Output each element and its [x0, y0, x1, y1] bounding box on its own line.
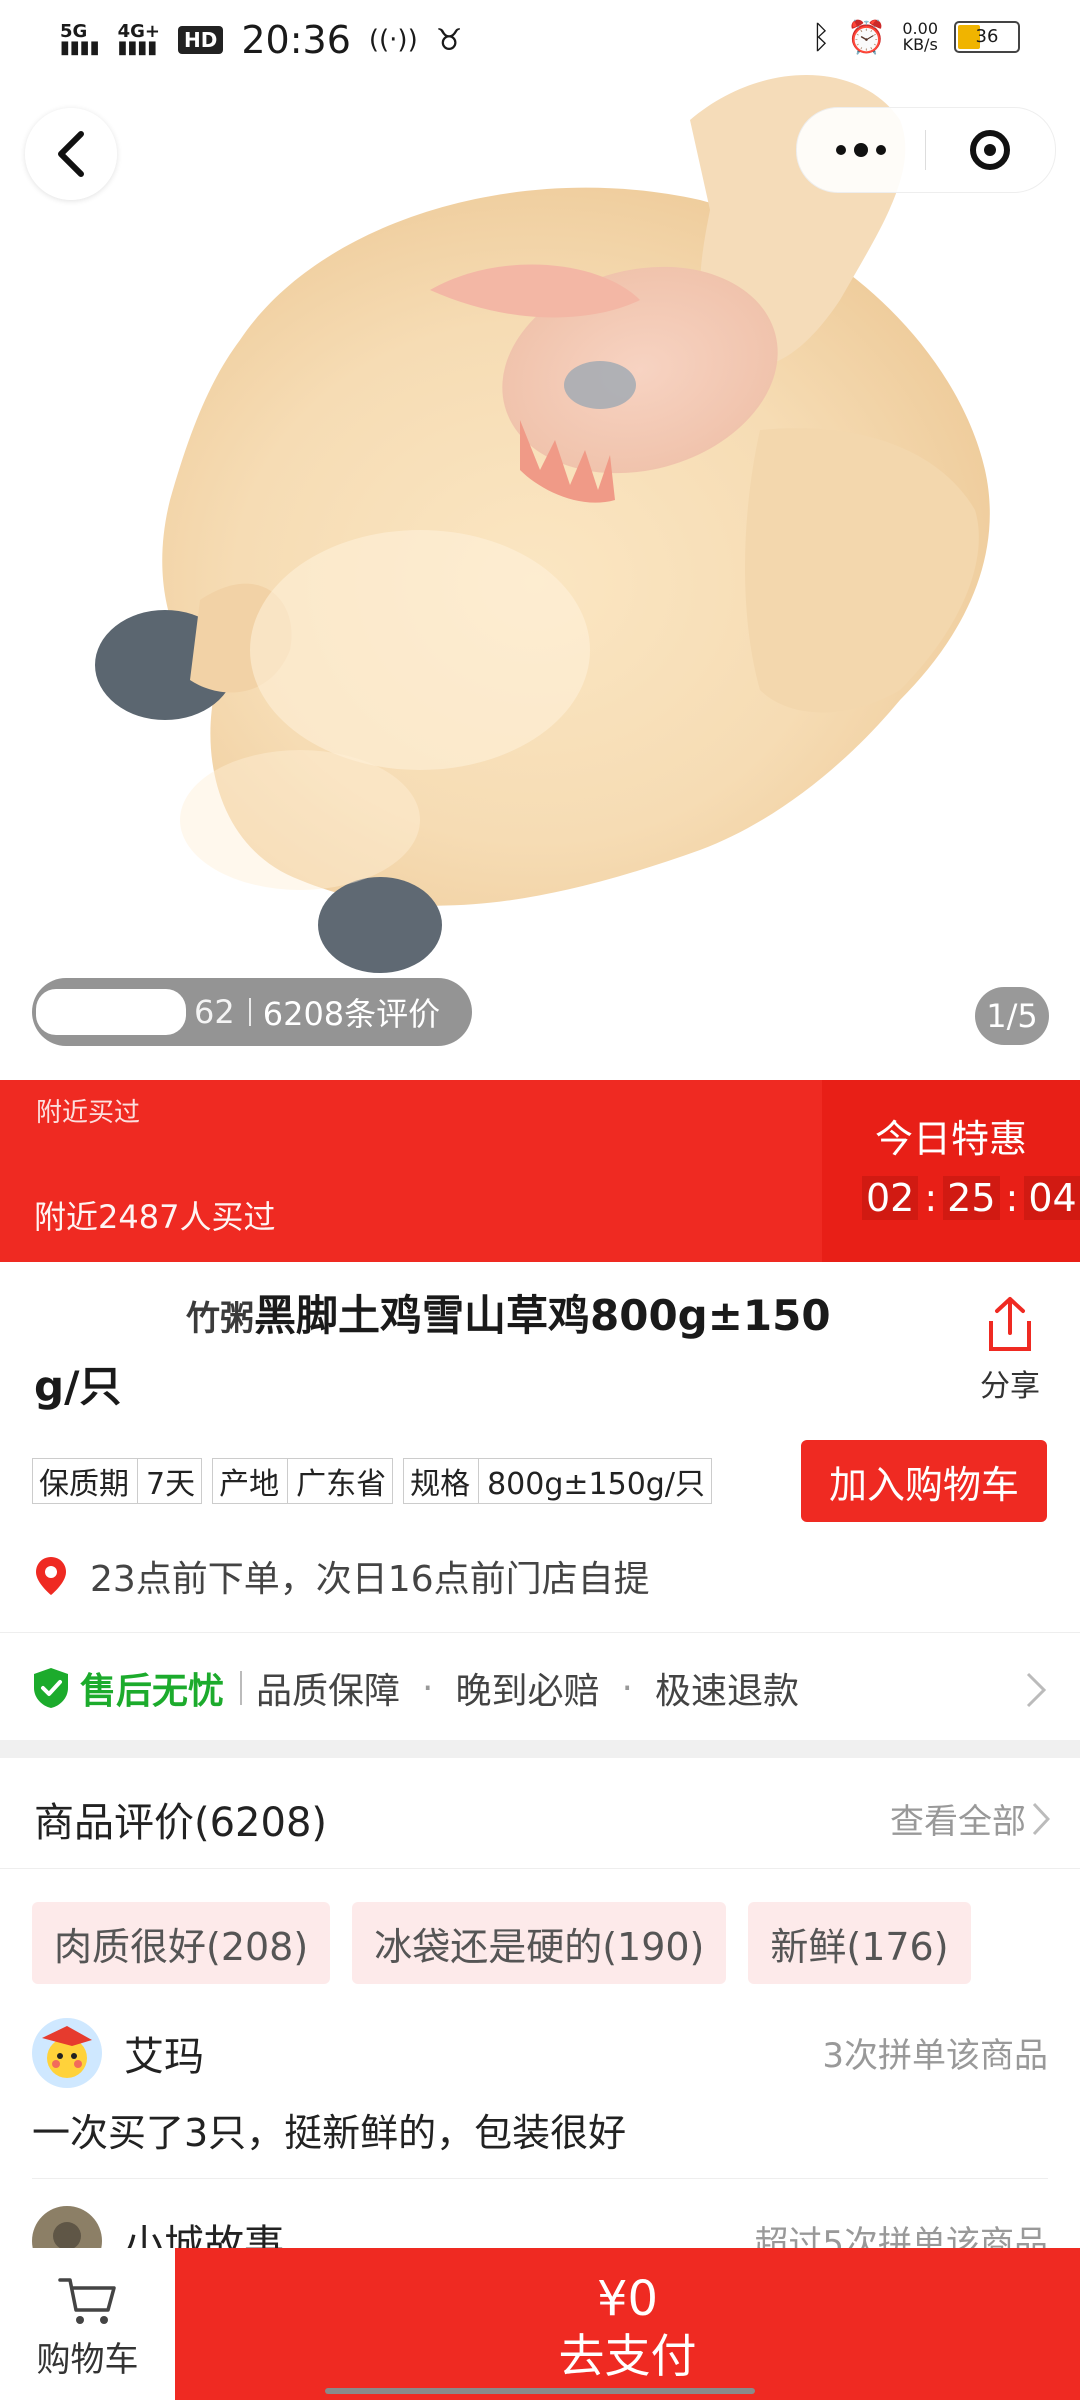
- close-mini-program-button[interactable]: [926, 108, 1054, 192]
- blurred-avatars: [36, 989, 186, 1035]
- avatar: [32, 2018, 102, 2088]
- guarantee-title: 售后无忧: [80, 1671, 225, 1712]
- reviewer-name: 艾玛: [124, 2034, 204, 2080]
- signal-5g-icon: 5G ▮▮▮▮: [60, 21, 100, 58]
- promo-banner: 附近买过 附近2487人买过 今日特惠 02 : 25 : 04: [0, 1080, 1080, 1262]
- mini-program-capsule: [796, 107, 1056, 193]
- guarantee-item-3: 极速退款: [654, 1671, 799, 1712]
- review-summary-pill[interactable]: 62 6208条评价: [32, 978, 472, 1046]
- battery-icon: 36: [954, 21, 1020, 53]
- signal-4g-icon: 4G+ ▮▮▮▮: [117, 21, 161, 58]
- countdown: 02 : 25 : 04: [862, 1176, 1080, 1220]
- pay-button[interactable]: ¥0 去支付: [175, 2248, 1080, 2400]
- attr-spec: 规格 800g±150g/只: [403, 1458, 712, 1504]
- cart-label: 购物车: [36, 2340, 139, 2380]
- review-chip[interactable]: 肉质很好(208): [32, 1902, 331, 1984]
- alarm-icon: ⏰: [846, 18, 887, 56]
- bought-count: 附近2487人买过: [34, 1198, 276, 1236]
- guarantee-item-2: 晚到必赔: [455, 1671, 600, 1712]
- pay-amount: ¥0: [596, 2271, 659, 2327]
- location-pin-icon: [36, 1557, 66, 1595]
- review-chip[interactable]: 冰袋还是硬的(190): [352, 1902, 727, 1984]
- reviewer-meta: 3次拼单该商品: [822, 2036, 1048, 2076]
- attr-shelf-life: 保质期 7天: [32, 1458, 203, 1504]
- today-deal: 今日特惠 02 : 25 : 04: [822, 1080, 1080, 1262]
- chevron-left-icon: [58, 131, 84, 177]
- status-bar: 5G ▮▮▮▮ 4G+ ▮▮▮▮ HD 20:36 ((·)) ♉ ᛒ ⏰ 0.00…: [0, 0, 1080, 80]
- shield-check-icon: [34, 1668, 68, 1708]
- product-title: 竹粥黑脚土鸡雪山草鸡800g±150 g/只: [34, 1282, 894, 1421]
- review-text: 一次买了3只，挺新鲜的，包装很好: [32, 2111, 627, 2155]
- review-item: 艾玛 3次拼单该商品 一次买了3只，挺新鲜的，包装很好: [32, 2018, 1048, 2158]
- section-gap: [0, 1740, 1080, 1758]
- countdown-seconds: 04: [1024, 1176, 1080, 1220]
- home-indicator[interactable]: [325, 2388, 755, 2394]
- product-attributes: 保质期 7天 产地 广东省 规格 800g±150g/只: [32, 1458, 712, 1504]
- chevron-right-icon: [1026, 1672, 1047, 1708]
- chevron-right-icon: [1032, 1802, 1050, 1835]
- pay-label: 去支付: [558, 2329, 697, 2383]
- pill-divider: [248, 998, 251, 1026]
- share-label: 分享: [980, 1369, 1040, 1404]
- add-to-cart-button[interactable]: 加入购物车: [801, 1440, 1047, 1522]
- title-obscured-prefix: 竹粥: [186, 1299, 254, 1339]
- attr-origin: 产地 广东省: [212, 1458, 394, 1504]
- countdown-minutes: 25: [943, 1176, 1000, 1220]
- review-ratio: 62: [194, 993, 235, 1031]
- back-button[interactable]: [25, 108, 117, 200]
- nfc-icon: ((·)): [368, 25, 418, 55]
- pickup-info: 23点前下单，次日16点前门店自提: [34, 1550, 650, 1602]
- shopping-cart-icon: [57, 2278, 116, 2324]
- cart-tab[interactable]: 购物车: [0, 2248, 175, 2400]
- divider: [0, 1632, 1080, 1633]
- deal-title: 今日特惠: [874, 1117, 1027, 1161]
- image-pager: 1/5: [975, 987, 1049, 1045]
- see-all-reviews-link[interactable]: 查看全部: [890, 1794, 1050, 1843]
- review-count: 6208条评价: [262, 995, 441, 1033]
- network-speed: 0.00 KB/s: [902, 19, 938, 54]
- hd-voice-icon: HD: [178, 26, 224, 54]
- more-dots-icon: [836, 145, 846, 155]
- divider: [32, 2178, 1048, 2179]
- review-tag-chips: 肉质很好(208) 冰袋还是硬的(190) 新鲜(176): [32, 1902, 971, 1984]
- review-chip[interactable]: 新鲜(176): [748, 1902, 971, 1984]
- buyer-avatars: 附近买过: [36, 1098, 141, 1128]
- bluetooth-icon: ᛒ: [811, 18, 831, 56]
- guarantee-divider: [240, 1671, 243, 1705]
- cow-icon: ♉: [435, 22, 463, 58]
- bottom-action-bar: 购物车 ¥0 去支付: [0, 2248, 1080, 2400]
- after-sales-guarantee[interactable]: 售后无忧 品质保障 · 晚到必赔 · 极速退款: [32, 1660, 1048, 1716]
- more-button[interactable]: [797, 108, 925, 192]
- reviews-title: 商品评价(6208): [34, 1800, 328, 1846]
- share-button[interactable]: 分享: [965, 1295, 1055, 1405]
- target-icon: [970, 130, 1010, 170]
- countdown-hours: 02: [862, 1176, 919, 1220]
- share-icon: [989, 1297, 1031, 1351]
- divider: [0, 1868, 1080, 1869]
- clock: 20:36: [241, 18, 351, 62]
- guarantee-item-1: 品质保障: [256, 1671, 401, 1712]
